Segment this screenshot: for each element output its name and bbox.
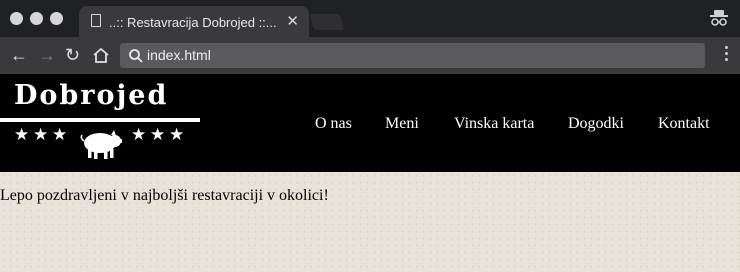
home-icon[interactable]	[92, 47, 110, 64]
site-logo[interactable]: Dobrojed	[14, 80, 168, 111]
close-window-button[interactable]	[10, 12, 23, 25]
nav-vinska-karta[interactable]: Vinska karta	[454, 115, 534, 133]
reload-icon[interactable]: ↻	[65, 46, 80, 64]
star-icon: ★	[14, 125, 30, 144]
address-bar[interactable]: index.html	[120, 43, 705, 68]
menu-dots-icon[interactable]	[725, 46, 728, 64]
star-icon: ★	[150, 125, 166, 144]
maximize-window-button[interactable]	[50, 12, 63, 25]
address-text: index.html	[147, 47, 211, 63]
nav-dogodki[interactable]: Dogodki	[568, 115, 624, 133]
back-arrow-icon[interactable]: ←	[10, 46, 28, 64]
incognito-icon	[710, 10, 728, 26]
star-icon: ★	[131, 125, 147, 144]
file-icon	[91, 14, 101, 27]
star-icon: ★	[169, 125, 185, 144]
browser-toolbar: ← → ↻ index.html	[0, 37, 740, 74]
nav-meni[interactable]: Meni	[385, 115, 419, 133]
minimize-window-button[interactable]	[30, 12, 43, 25]
search-icon	[129, 49, 143, 63]
site-header: Dobrojed ★ ★ ★ ★ ★ ★ O nas Meni Vinska k…	[0, 74, 740, 172]
nav-o-nas[interactable]: O nas	[315, 115, 352, 133]
welcome-text: Lepo pozdravljeni v najboljši restavraci…	[0, 187, 329, 204]
star-icon: ★	[33, 125, 49, 144]
browser-tab[interactable]: ..:: Restavracija Dobrojed ::... ✕	[79, 6, 309, 37]
logo-divider	[0, 118, 200, 122]
tab-close-icon[interactable]: ✕	[286, 12, 299, 30]
browser-tabstrip: ..:: Restavracija Dobrojed ::... ✕	[0, 0, 740, 37]
page-content: Lepo pozdravljeni v najboljši restavraci…	[0, 172, 740, 272]
tab-title: ..:: Restavracija Dobrojed ::...	[109, 15, 277, 30]
forward-arrow-icon[interactable]: →	[38, 46, 56, 64]
pig-icon	[80, 130, 122, 159]
new-tab-button[interactable]	[309, 14, 345, 30]
star-icon: ★	[52, 125, 68, 144]
nav-kontakt[interactable]: Kontakt	[658, 115, 710, 133]
